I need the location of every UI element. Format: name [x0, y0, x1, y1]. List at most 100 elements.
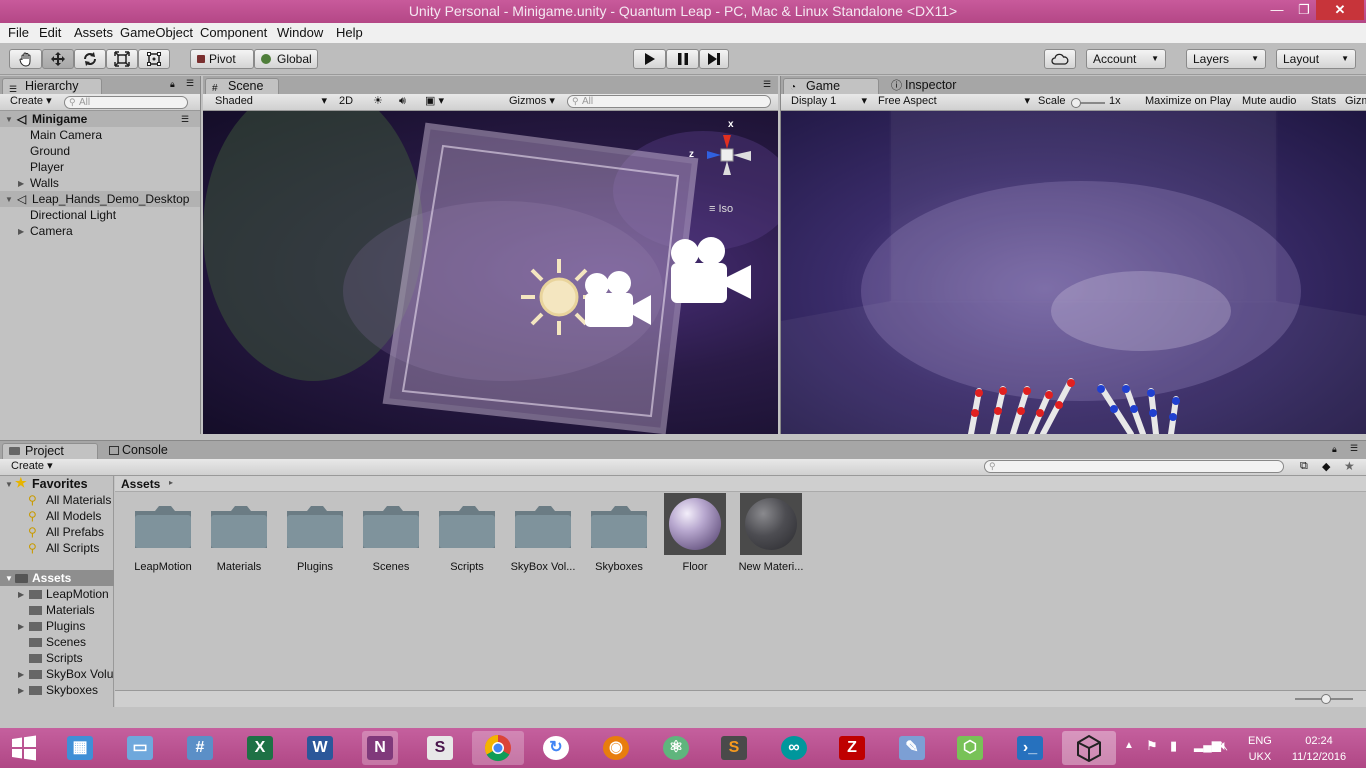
panel-menu-icon[interactable]: ☰: [181, 111, 189, 127]
2d-toggle[interactable]: 2D: [339, 95, 353, 109]
hand-tool-button[interactable]: [9, 49, 42, 69]
taskbar-filezilla[interactable]: Z: [834, 731, 870, 765]
menu-assets[interactable]: Assets: [74, 25, 113, 40]
camera-gizmo-icon[interactable]: [665, 235, 757, 307]
taskbar-word[interactable]: W: [302, 731, 338, 765]
maximize-on-play-toggle[interactable]: Maximize on Play: [1145, 95, 1231, 109]
taskbar-this-pc[interactable]: ▭: [122, 731, 158, 765]
maximize-button[interactable]: ❐: [1289, 0, 1319, 20]
taskbar-onenote[interactable]: N: [362, 731, 398, 765]
tab-game[interactable]: ◔ Game: [783, 78, 879, 94]
scene-effects-dropdown[interactable]: ▣ ▾: [425, 95, 444, 109]
project-search-input[interactable]: ⚲: [984, 460, 1284, 473]
tab-console[interactable]: Console: [100, 443, 190, 459]
hierarchy-row-walls[interactable]: ▶ Walls: [18, 175, 59, 191]
clock[interactable]: 02:24 11/12/2016: [1284, 733, 1354, 765]
breadcrumb-assets[interactable]: Assets: [121, 477, 160, 491]
layout-dropdown[interactable]: Layout ▼: [1276, 49, 1356, 69]
stats-toggle[interactable]: Stats: [1311, 95, 1336, 109]
network-signal-icon[interactable]: ▂▄▆: [1194, 738, 1221, 752]
pivot-toggle[interactable]: Pivot: [190, 49, 254, 69]
filter-by-label-icon[interactable]: ◆: [1322, 460, 1330, 473]
menu-gameobject[interactable]: GameObject: [120, 25, 193, 40]
scene-audio-toggle[interactable]: 🔊︎: [399, 95, 406, 109]
hierarchy-row-player[interactable]: Player: [30, 159, 64, 175]
step-button[interactable]: [699, 49, 729, 69]
taskbar-blender[interactable]: ◉: [598, 731, 634, 765]
favorite-all-prefabs[interactable]: ⚲ All Prefabs: [28, 524, 104, 540]
orientation-gizmo[interactable]: [687, 113, 767, 193]
tab-hierarchy[interactable]: ☰ Hierarchy: [2, 78, 102, 94]
menu-edit[interactable]: Edit: [39, 25, 61, 40]
aspect-dropdown[interactable]: Free Aspect ▾: [878, 95, 1030, 109]
panel-menu-icon[interactable]: ☰: [763, 79, 771, 90]
cloud-button[interactable]: [1044, 49, 1076, 69]
scale-tool-button[interactable]: [106, 49, 138, 69]
taskbar-excel[interactable]: X: [242, 731, 278, 765]
start-button[interactable]: [6, 731, 42, 765]
tab-scene[interactable]: # Scene: [205, 78, 279, 94]
mute-audio-toggle[interactable]: Mute audio: [1242, 95, 1296, 109]
display-dropdown[interactable]: Display 1 ▾: [791, 95, 867, 109]
favorites-header[interactable]: ▼ ★ Favorites: [0, 475, 114, 493]
pause-button[interactable]: [666, 49, 699, 69]
expand-triangle-icon[interactable]: ▼: [5, 192, 13, 208]
collapse-triangle-icon[interactable]: ▶: [18, 176, 24, 192]
taskbar-atom[interactable]: ⚛: [658, 731, 694, 765]
minimize-button[interactable]: —: [1262, 0, 1292, 20]
rotate-tool-button[interactable]: [74, 49, 106, 69]
scene-lighting-toggle[interactable]: ☀: [373, 95, 383, 109]
icon-size-slider-thumb[interactable]: [1321, 694, 1331, 704]
camera-gizmo-icon[interactable]: [579, 269, 655, 333]
menu-help[interactable]: Help: [336, 25, 363, 40]
gizmos-dropdown[interactable]: Gizmos ▾: [509, 95, 555, 109]
projection-toggle[interactable]: ≡ Iso: [709, 203, 733, 215]
hierarchy-create-dropdown[interactable]: Create ▾: [10, 95, 52, 109]
lock-icon[interactable]: 🔒︎: [170, 79, 175, 90]
hierarchy-row-ground[interactable]: Ground: [30, 143, 70, 159]
taskbar-calculator[interactable]: #: [182, 731, 218, 765]
menu-component[interactable]: Component: [200, 25, 267, 40]
collapse-triangle-icon[interactable]: ▶: [18, 667, 24, 682]
taskbar-paint[interactable]: ✎: [894, 731, 930, 765]
favorite-star-icon[interactable]: ★: [1344, 459, 1355, 473]
tab-inspector[interactable]: ⓘ Inspector: [883, 78, 983, 94]
expand-triangle-icon[interactable]: ▼: [5, 571, 13, 587]
shading-mode-dropdown[interactable]: Shaded ▾: [215, 95, 327, 109]
tree-folder-plugins[interactable]: ▶ Plugins: [18, 618, 85, 634]
hierarchy-search-input[interactable]: ⚲ All: [64, 96, 188, 109]
filter-by-type-icon[interactable]: ⧉: [1300, 460, 1308, 473]
scale-slider[interactable]: [1071, 98, 1105, 108]
menu-window[interactable]: Window: [277, 25, 323, 40]
expand-triangle-icon[interactable]: ▼: [5, 112, 13, 128]
taskbar-android-studio[interactable]: ⬡: [952, 731, 988, 765]
hierarchy-row-leap-scene[interactable]: ▼ ◁ Leap_Hands_Demo_Desktop: [0, 191, 200, 207]
rect-tool-button[interactable]: [138, 49, 170, 69]
show-hidden-icons-chevron-icon[interactable]: ▲: [1124, 740, 1134, 751]
collapse-triangle-icon[interactable]: ▶: [18, 683, 24, 699]
collapse-triangle-icon[interactable]: ▶: [18, 587, 24, 603]
collapse-triangle-icon[interactable]: ▶: [18, 224, 24, 240]
favorite-all-models[interactable]: ⚲ All Models: [28, 508, 101, 524]
play-button[interactable]: [633, 49, 666, 69]
close-button[interactable]: ✕: [1316, 0, 1364, 20]
hierarchy-row-directional-light[interactable]: Directional Light: [30, 207, 116, 223]
hierarchy-row-main-camera[interactable]: Main Camera: [30, 127, 102, 143]
taskbar-chrome[interactable]: [472, 731, 524, 765]
scene-search-input[interactable]: ⚲ All: [567, 95, 771, 108]
project-create-dropdown[interactable]: Create ▾: [11, 460, 53, 474]
taskbar-control-panel[interactable]: ▦: [62, 731, 98, 765]
move-tool-button[interactable]: [42, 49, 74, 69]
tree-folder-leapmotion[interactable]: ▶ LeapMotion: [18, 586, 109, 602]
menu-file[interactable]: File: [8, 25, 29, 40]
language-indicator[interactable]: ENG UKX: [1248, 733, 1272, 765]
lock-icon[interactable]: 🔒︎: [1332, 444, 1337, 455]
battery-icon[interactable]: ▮: [1170, 738, 1177, 754]
account-dropdown[interactable]: Account ▼: [1086, 49, 1166, 69]
panel-menu-icon[interactable]: ☰: [186, 78, 194, 89]
taskbar-arduino[interactable]: ∞: [776, 731, 812, 765]
expand-triangle-icon[interactable]: ▼: [5, 477, 13, 493]
taskbar-powershell[interactable]: ›_: [1012, 731, 1048, 765]
icon-size-slider[interactable]: [1295, 694, 1353, 704]
taskbar-slack[interactable]: S: [422, 731, 458, 765]
